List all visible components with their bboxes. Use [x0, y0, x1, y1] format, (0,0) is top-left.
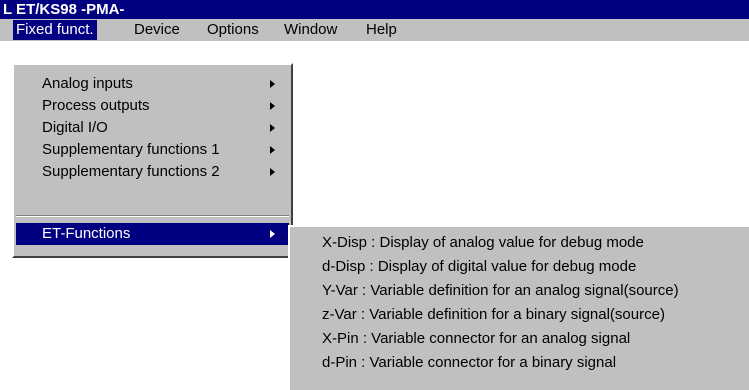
menu-options[interactable]: Options: [207, 20, 259, 40]
menu-item-analog-inputs[interactable]: Analog inputs: [16, 73, 289, 95]
menu-item-supplementary-functions-1[interactable]: Supplementary functions 1: [16, 139, 289, 161]
menu-item-label: ET-Functions: [42, 225, 131, 242]
menu-window-label: Window: [284, 21, 338, 38]
menu-item-label: Supplementary functions 2: [42, 163, 220, 180]
menu-item-label: Process outputs: [42, 97, 150, 114]
fixed-funct-dropdown: Analog inputs Process outputs Digital I/…: [12, 63, 293, 258]
submenu-item-z-var[interactable]: z-Var : Variable definition for a binary…: [292, 303, 747, 327]
submenu-item-label: X-Disp : Display of analog value for deb…: [322, 234, 644, 251]
menu-window[interactable]: Window: [284, 20, 337, 40]
submenu-arrow-icon: [270, 124, 275, 132]
window-title-bar[interactable]: L ET/KS98 -PMA-: [0, 0, 749, 19]
menu-item-digital-io[interactable]: Digital I/O: [16, 117, 289, 139]
menu-item-label: Digital I/O: [42, 119, 108, 136]
submenu-arrow-icon: [270, 168, 275, 176]
submenu-item-label: d-Disp : Display of digital value for de…: [322, 258, 637, 275]
submenu-item-label: X-Pin : Variable connector for an analog…: [322, 330, 631, 347]
submenu-item-label: z-Var : Variable definition for a binary…: [322, 306, 665, 323]
menu-item-supplementary-functions-2[interactable]: Supplementary functions 2: [16, 161, 289, 183]
submenu-item-label: Y-Var : Variable definition for an analo…: [322, 282, 679, 299]
et-functions-submenu: X-Disp : Display of analog value for deb…: [288, 225, 749, 390]
menu-device[interactable]: Device: [134, 20, 180, 40]
menu-separator: [16, 215, 289, 217]
menu-item-process-outputs[interactable]: Process outputs: [16, 95, 289, 117]
menu-help[interactable]: Help: [366, 20, 397, 40]
submenu-item-d-pin[interactable]: d-Pin : Variable connector for a binary …: [292, 351, 747, 375]
submenu-arrow-icon: [270, 146, 275, 154]
menu-fixed-funct[interactable]: Fixed funct.: [13, 20, 97, 40]
menu-item-et-functions[interactable]: ET-Functions: [16, 223, 289, 245]
menu-help-label: Help: [366, 21, 397, 38]
window-title: L ET/KS98 -PMA-: [3, 1, 125, 18]
menu-bar: Fixed funct. Device Options Window Help: [0, 19, 749, 41]
submenu-item-d-disp[interactable]: d-Disp : Display of digital value for de…: [292, 255, 747, 279]
submenu-item-y-var[interactable]: Y-Var : Variable definition for an analo…: [292, 279, 747, 303]
menu-options-label: Options: [207, 21, 259, 38]
submenu-arrow-icon: [270, 80, 275, 88]
submenu-arrow-icon: [270, 102, 275, 110]
submenu-arrow-icon: [270, 230, 275, 238]
submenu-item-x-disp[interactable]: X-Disp : Display of analog value for deb…: [292, 231, 747, 255]
menu-fixed-funct-label: Fixed funct.: [16, 21, 94, 38]
submenu-item-x-pin[interactable]: X-Pin : Variable connector for an analog…: [292, 327, 747, 351]
submenu-item-label: d-Pin : Variable connector for a binary …: [322, 354, 617, 371]
menu-item-label: Analog inputs: [42, 75, 133, 92]
menu-item-label: Supplementary functions 1: [42, 141, 220, 158]
menu-device-label: Device: [134, 21, 180, 38]
